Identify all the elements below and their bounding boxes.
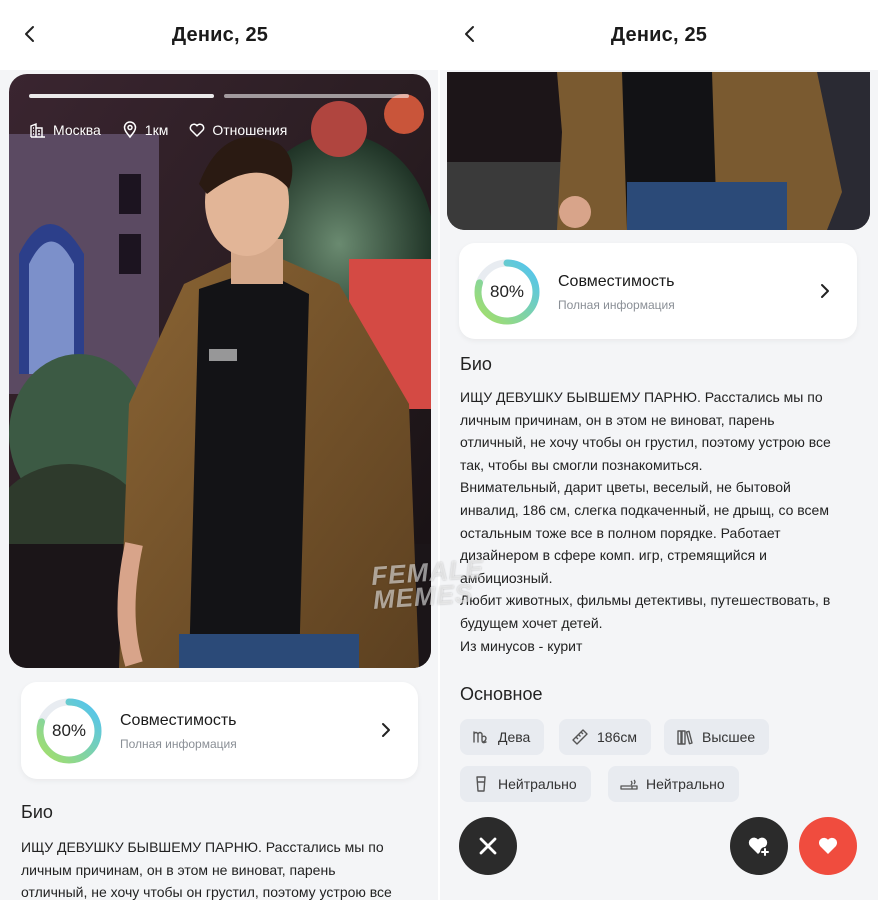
superlike-button[interactable] [730, 817, 788, 875]
compatibility-percent: 80% [51, 721, 87, 740]
dislike-button[interactable] [459, 817, 517, 875]
education-chip: Высшее [664, 719, 770, 755]
city-icon [30, 122, 45, 138]
profile-photo[interactable] [447, 72, 870, 230]
distance-tag: 1км [121, 121, 169, 139]
alcohol-chip: Нейтрально [460, 766, 591, 802]
photo-progress-segment [29, 94, 214, 98]
city-label: Москва [53, 122, 101, 138]
zodiac-chip: Дева [460, 719, 545, 755]
heart-plus-icon [748, 837, 770, 857]
smoking-chip: Нейтрально [608, 766, 739, 802]
zodiac-label: Дева [498, 729, 531, 745]
heart-outline-icon [189, 123, 205, 137]
basics-heading: Основное [460, 684, 543, 704]
compatibility-subtitle: Полная информация [558, 298, 675, 312]
compatibility-percent: 80% [489, 282, 525, 301]
like-button[interactable] [799, 817, 857, 875]
virgo-icon [473, 731, 487, 744]
height-chip: 186см [559, 719, 651, 755]
chevron-right-icon [821, 284, 829, 298]
cigarette-icon [620, 779, 638, 790]
books-icon [677, 730, 693, 745]
photo-image [9, 74, 431, 668]
bio-heading: Био [460, 354, 492, 374]
goal-label: Отношения [212, 122, 288, 138]
page-title: Денис, 25 [171, 24, 269, 46]
profile-tags: Москва 1км Отношения [29, 121, 287, 139]
glass-icon [476, 776, 486, 792]
ruler-icon [572, 729, 588, 745]
bio-text: ИЩУ ДЕВУШКУ БЫВШЕМУ ПАРНЮ. Расстались мы… [460, 389, 831, 654]
compatibility-card[interactable]: 80% Совместимость Полная информация [459, 243, 857, 339]
photo-progress [29, 94, 409, 99]
compatibility-card[interactable]: 80% Совместимость Полная информация [21, 682, 418, 779]
city-tag: Москва [29, 121, 101, 139]
profile-screen-top: Денис, 25 Москва 1км Отношения 80% Совме… [0, 0, 440, 900]
photo-image [447, 72, 870, 230]
height-label: 186см [597, 729, 637, 745]
bio-heading: Био [21, 802, 53, 822]
education-label: Высшее [702, 729, 756, 745]
alcohol-label: Нейтрально [498, 776, 577, 792]
bio-text: ИЩУ ДЕВУШКУ БЫВШЕМУ ПАРНЮ. Расстались мы… [21, 839, 392, 900]
close-icon [479, 837, 497, 855]
compatibility-title: Совместимость [558, 273, 675, 290]
profile-photo[interactable]: Москва 1км Отношения [9, 74, 431, 668]
compatibility-title: Совместимость [120, 712, 237, 729]
watermark: FEMALE MEMES [370, 553, 486, 615]
heart-icon [818, 837, 838, 854]
smoking-label: Нейтрально [646, 776, 725, 792]
page-title: Денис, 25 [610, 24, 708, 46]
profile-screen-scrolled: Денис, 25 80% Совместимость Полная инфор… [440, 0, 878, 900]
distance-label: 1км [144, 122, 169, 138]
watermark-line: MEMES [371, 577, 475, 615]
photo-progress-segment [224, 94, 409, 98]
goal-tag: Отношения [188, 121, 287, 139]
header: Денис, 25 [440, 0, 878, 70]
compatibility-subtitle: Полная информация [120, 737, 237, 751]
location-pin-icon [123, 121, 137, 139]
chevron-right-icon [382, 723, 390, 737]
header: Денис, 25 [0, 0, 440, 70]
